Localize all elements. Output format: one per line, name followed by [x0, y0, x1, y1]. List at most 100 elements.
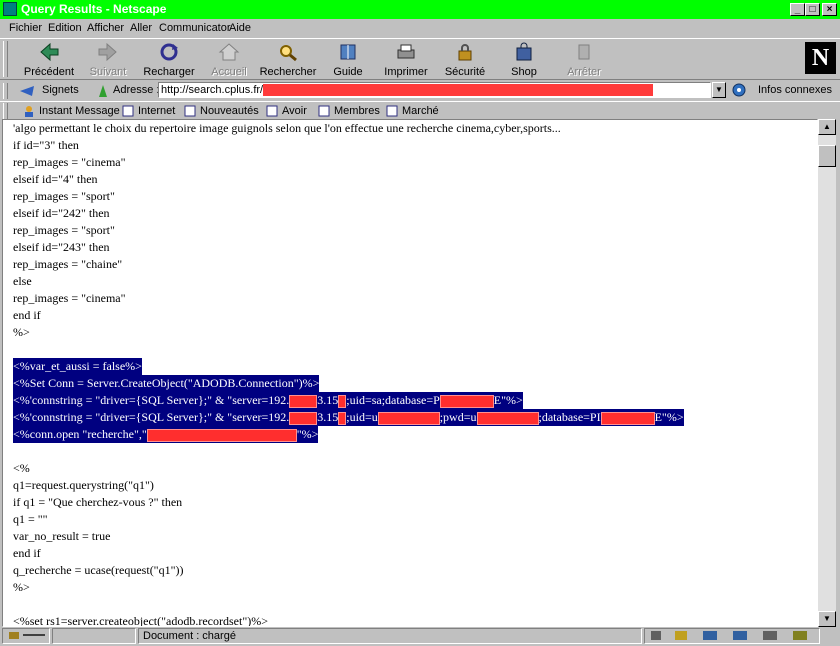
code-text: E"%>	[654, 410, 684, 424]
code-text: E"%>	[493, 393, 523, 407]
back-label: Précédent	[23, 66, 75, 78]
maximize-button[interactable]: □	[805, 3, 820, 16]
code-line: end if	[13, 545, 684, 562]
redacted-block	[377, 411, 440, 425]
page-proxy-icon[interactable]	[96, 83, 110, 102]
code-text: rep_images = "sport"	[13, 189, 115, 203]
security-status-icon[interactable]	[2, 628, 50, 644]
related-links-button[interactable]: Infos connexes	[758, 84, 832, 96]
code-line: if q1 = "Que cherchez-vous ?" then	[13, 494, 684, 511]
membres-icon[interactable]	[318, 105, 330, 120]
code-line: q_recherche = ucase(request("q1"))	[13, 562, 684, 579]
guide-label: Guide	[333, 66, 363, 78]
personal-item-marche[interactable]: Marché	[402, 105, 439, 117]
instant-message-icon[interactable]	[22, 105, 36, 120]
shop-label: Shop	[511, 66, 537, 78]
code-text: <%'connstring = "driver={SQL Server};" &…	[13, 393, 290, 407]
back-button[interactable]: Précédent	[22, 42, 76, 78]
menu-communicator[interactable]: Communicator	[159, 22, 231, 34]
redacted-block	[146, 428, 297, 442]
netscape-logo[interactable]: N	[805, 42, 836, 74]
internet-icon[interactable]	[122, 105, 134, 120]
menu-edition[interactable]: Edition	[48, 22, 82, 34]
menu-aller[interactable]: Aller	[130, 22, 152, 34]
code-text: <%var_et_aussi = false%>	[13, 358, 142, 375]
redacted-url-part	[263, 84, 654, 97]
search-button[interactable]: Rechercher	[259, 42, 317, 78]
code-line: %>	[13, 579, 684, 596]
stop-button[interactable]: Arrêter	[564, 42, 604, 78]
code-line: rep_images = "sport"	[13, 188, 684, 205]
code-text: ;uid=sa;database=P	[346, 393, 440, 407]
code-text: <%conn.open "recherche","	[13, 427, 147, 441]
printer-icon	[395, 42, 417, 62]
title-bar[interactable]: Query Results - Netscape _ □ ×	[0, 0, 840, 19]
page-content[interactable]: 'algo permettant le choix du repertoire …	[2, 119, 818, 627]
location-grip[interactable]	[3, 83, 8, 99]
bookmarks-button[interactable]: Signets	[42, 84, 79, 96]
close-button[interactable]: ×	[822, 3, 837, 16]
forward-button[interactable]: Suivant	[86, 42, 130, 78]
code-text: <%Set Conn = Server.CreateObject("ADODB.…	[13, 375, 320, 392]
personal-item-instant-message[interactable]: Instant Message	[39, 105, 120, 117]
scroll-thumb[interactable]	[818, 145, 836, 167]
minimize-button[interactable]: _	[790, 3, 805, 16]
personal-item-nouveautes[interactable]: Nouveautés	[200, 105, 259, 117]
marche-icon[interactable]	[386, 105, 398, 120]
code-line: <%'connstring = "driver={SQL Server};" &…	[13, 392, 684, 409]
home-icon	[218, 42, 240, 62]
personal-item-internet[interactable]: Internet	[138, 105, 175, 117]
print-button[interactable]: Imprimer	[384, 42, 428, 78]
vertical-scrollbar[interactable]: ▲ ▼	[818, 119, 836, 627]
code-line: elseif id="242" then	[13, 205, 684, 222]
avoir-icon[interactable]	[266, 105, 278, 120]
menu-afficher[interactable]: Afficher	[87, 22, 124, 34]
guide-button[interactable]: Guide	[330, 42, 366, 78]
code-text: "%>	[296, 427, 319, 441]
redacted-block	[439, 394, 494, 408]
code-text: q_recherche = ucase(request("q1"))	[13, 563, 184, 577]
code-line: elseif id="4" then	[13, 171, 684, 188]
address-label: Adresse :	[113, 84, 160, 96]
stop-label: Arrêter	[567, 66, 601, 78]
redacted-block	[289, 411, 318, 425]
home-label: Accueil	[211, 66, 247, 78]
code-text: %>	[13, 580, 30, 594]
code-line: q1 = ""	[13, 511, 684, 528]
security-button[interactable]: Sécurité	[444, 42, 486, 78]
forward-label: Suivant	[89, 66, 127, 78]
code-text: rep_images = "sport"	[13, 223, 115, 237]
print-label: Imprimer	[384, 66, 428, 78]
code-text: <%	[13, 461, 30, 475]
personal-grip[interactable]	[3, 103, 8, 119]
code-line: rep_images = "cinema"	[13, 290, 684, 307]
personal-item-membres[interactable]: Membres	[334, 105, 380, 117]
shop-button[interactable]: Shop	[508, 42, 540, 78]
netscape-app-icon[interactable]	[3, 2, 17, 16]
home-button[interactable]: Accueil	[207, 42, 251, 78]
scroll-down-button[interactable]: ▼	[818, 611, 836, 627]
personal-item-avoir[interactable]: Avoir	[282, 105, 307, 117]
window-title: Query Results - Netscape	[21, 2, 167, 16]
code-text: 3.15	[317, 393, 339, 407]
address-input[interactable]: http://search.cplus.fr/	[158, 82, 711, 98]
scroll-up-button[interactable]: ▲	[818, 119, 836, 135]
toolbar-grip[interactable]	[3, 41, 8, 77]
code-line: <%	[13, 460, 684, 477]
reload-button[interactable]: Recharger	[142, 42, 196, 78]
address-dropdown-button[interactable]: ▼	[712, 82, 726, 98]
component-bar	[644, 628, 820, 644]
code-text: <%set rs1=server.createobject("adodb.rec…	[13, 614, 268, 627]
shop-bag-icon	[513, 42, 535, 62]
code-text: if id="3" then	[13, 138, 79, 152]
code-text: elseif id="243" then	[13, 240, 110, 254]
related-icon[interactable]	[730, 82, 754, 101]
nouveautes-icon[interactable]	[184, 105, 196, 120]
code-text: rep_images = "cinema"	[13, 291, 126, 305]
code-line: <%'connstring = "driver={SQL Server};" &…	[13, 409, 684, 426]
bookmarks-icon[interactable]	[18, 83, 36, 102]
menu-fichier[interactable]: Fichier	[9, 22, 42, 34]
menu-aide[interactable]: Aide	[229, 22, 251, 34]
